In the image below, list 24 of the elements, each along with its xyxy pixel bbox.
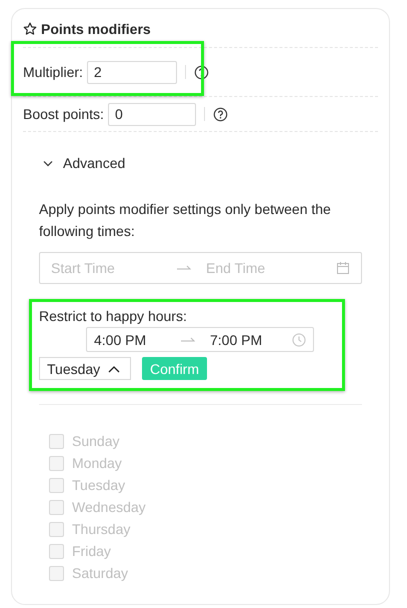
checkbox-label: Wednesday — [72, 499, 146, 515]
checkbox-label: Monday — [72, 455, 122, 471]
help-icon[interactable] — [194, 64, 209, 80]
clock-icon[interactable] — [292, 332, 306, 346]
time-range-field[interactable]: 4:00 PM 7:00 PM — [86, 327, 314, 352]
number-input[interactable]: 0 — [108, 102, 196, 126]
day-select[interactable]: Tuesday — [39, 357, 131, 380]
calendar-icon[interactable] — [336, 261, 350, 275]
checkbox-label: Sunday — [72, 433, 120, 449]
checkbox-label: Friday — [72, 543, 111, 559]
chevron-down-icon[interactable] — [43, 160, 53, 166]
panel-title: Points modifiers — [41, 21, 151, 37]
number-input[interactable]: 2 — [86, 60, 177, 84]
checkbox-label: Saturday — [72, 565, 128, 581]
checkbox-label: Tuesday — [72, 477, 126, 493]
checkbox-label: Thursday — [72, 521, 130, 537]
description-text: Apply points modifier settings only between the following times: — [39, 200, 332, 241]
field-label: Boost points: — [23, 106, 104, 122]
field-label: Multiplier: — [23, 64, 83, 80]
caret-icon — [108, 364, 120, 372]
advanced-toggle[interactable]: Advanced — [63, 155, 126, 171]
happy-hours-label: Restrict to happy hours: — [39, 308, 188, 324]
help-icon[interactable] — [212, 106, 228, 122]
star-icon — [23, 22, 37, 36]
